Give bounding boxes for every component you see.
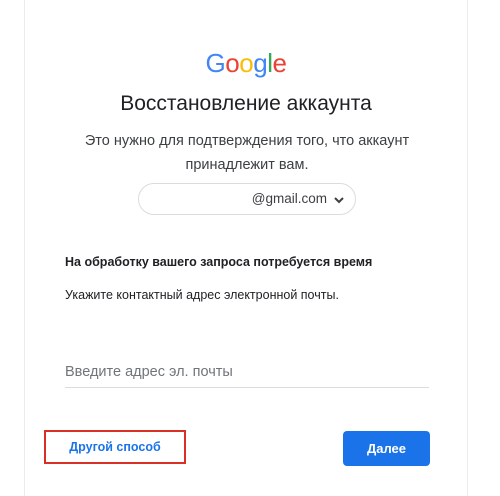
- account-email: @gmail.com: [251, 191, 327, 206]
- account-recovery-card: Google Восстановление аккаунта Это нужно…: [24, 0, 468, 496]
- section-text: Укажите контактный адрес электронной поч…: [65, 288, 339, 302]
- logo-letter-o2: o: [239, 48, 254, 78]
- logo-letter-g1: G: [205, 48, 226, 78]
- account-selector[interactable]: @gmail.com: [138, 183, 356, 215]
- email-field-wrapper: [65, 355, 429, 388]
- logo-letter-g2: g: [253, 48, 268, 78]
- chevron-down-icon: [334, 197, 344, 204]
- next-button[interactable]: Далее: [343, 431, 430, 466]
- page-subtitle: Это нужно для подтверждения того, что ак…: [84, 133, 410, 173]
- other-way-button[interactable]: Другой способ: [44, 430, 186, 464]
- logo-letter-o1: o: [225, 48, 240, 78]
- page-title: Восстановление аккаунта: [120, 92, 372, 115]
- email-field[interactable]: [65, 357, 429, 387]
- logo-letter-e: e: [272, 48, 287, 78]
- section-title: На обработку вашего запроса потребуется …: [65, 255, 373, 269]
- google-logo: Google: [25, 48, 467, 79]
